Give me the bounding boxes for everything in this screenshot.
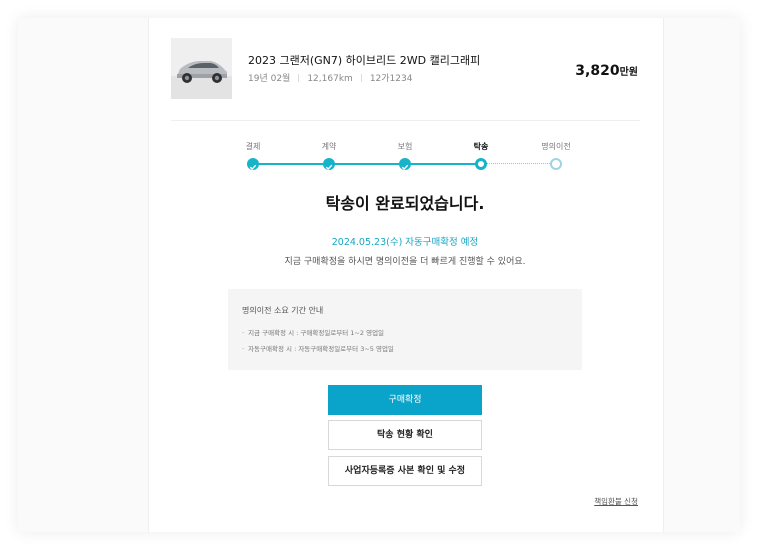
auto-confirm-date: 2024.05.23(수) 자동구매확정 예정 (331, 237, 479, 248)
business-certificate-button[interactable]: 사업자등록증 사본 확인 및 수정 (328, 456, 482, 486)
meta-divider (298, 74, 300, 82)
divider (171, 120, 640, 121)
progress-stepper: 결제 계약 보험 탁송 명의이전 (200, 138, 610, 178)
info-list-item: · 자동구매확정 시 : 자동구매확정일로부터 3~5 영업일 (242, 345, 394, 353)
price-value: 3,820 (575, 63, 620, 79)
car-name: 2023 그랜저(GN7) 하이브리드 2WD 캘리그래피 (248, 54, 481, 67)
refund-request-link[interactable]: 책임환불 신청 (594, 496, 638, 507)
car-mileage: 12,167km (307, 74, 353, 84)
info-list-item: · 지금 구매확정 시 : 구매확정일로부터 1~2 영업일 (242, 329, 385, 337)
step-done-check-icon (399, 158, 411, 170)
car-year-month: 19년 02월 (248, 74, 291, 84)
progress-line-pending (481, 163, 556, 164)
status-title: 탁송이 완료되었습니다. (325, 194, 485, 213)
price-unit: 만원 (619, 67, 638, 78)
car-plate: 12가1234 (369, 74, 413, 84)
step-label-payment: 결제 (245, 142, 261, 151)
confirm-purchase-button[interactable]: 구매확정 (328, 385, 482, 415)
info-title: 명의이전 소요 기간 안내 (242, 306, 324, 315)
step-current-dot-icon (475, 158, 487, 170)
transfer-period-info-box: 명의이전 소요 기간 안내 · 지금 구매확정 시 : 구매확정일로부터 1~2 … (228, 289, 582, 370)
step-pending-dot-icon (550, 158, 562, 170)
step-done-check-icon (247, 158, 259, 170)
meta-divider (360, 74, 362, 82)
car-photo-icon (171, 38, 232, 99)
delivery-status-button[interactable]: 탁송 현황 확인 (328, 420, 482, 450)
step-label-insurance: 보험 (397, 142, 413, 151)
step-done-check-icon (323, 158, 335, 170)
car-photo (171, 38, 232, 99)
step-label-delivery: 탁송 (473, 142, 489, 151)
step-label-contract: 계약 (321, 142, 337, 151)
step-label-ownership-transfer: 명의이전 (541, 142, 571, 151)
progress-line-completed (253, 163, 481, 165)
car-price: 3,820만원 (575, 60, 638, 79)
car-meta: 19년 02월 12,167km 12가1234 (248, 71, 412, 84)
status-description: 지금 구매확정을 하시면 명의이전을 더 빠르게 진행할 수 있어요. (284, 257, 526, 267)
